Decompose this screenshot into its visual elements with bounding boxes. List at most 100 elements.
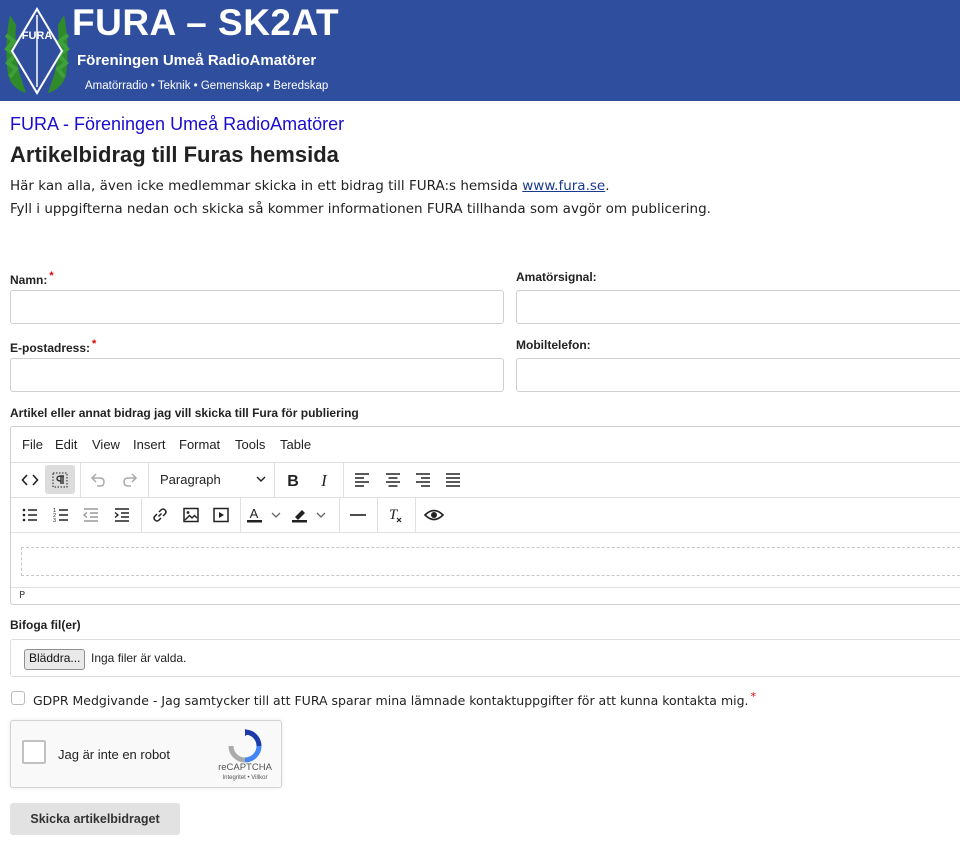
align-right-button[interactable]	[408, 465, 438, 494]
undo-button[interactable]	[83, 465, 113, 494]
redo-button[interactable]	[115, 465, 145, 494]
attach-label: Bifoga fil(er)	[10, 618, 81, 632]
editor-content-area[interactable]	[21, 547, 960, 576]
align-right-icon	[416, 472, 430, 487]
editor-status-path: P	[11, 587, 960, 604]
editor-menubar: File Edit View Insert Format Tools Table	[11, 427, 960, 463]
menu-view[interactable]: View	[92, 437, 120, 452]
banner-tagline: Amatörradio • Teknik • Gemenskap • Bered…	[85, 80, 329, 92]
name-input[interactable]	[10, 290, 504, 324]
svg-text:A: A	[250, 506, 259, 521]
text-color-icon: A	[247, 506, 281, 522]
no-files-text: Inga filer är valda.	[91, 651, 187, 665]
article-label: Artikel eller annat bidrag jag vill skic…	[10, 406, 359, 420]
browse-files-button[interactable]: Bläddra...	[24, 649, 86, 670]
recaptcha-widget: Jag är inte en robot reCAPTCHA Integrite…	[10, 720, 282, 788]
menu-table[interactable]: Table	[280, 437, 311, 452]
banner-title: FURA – SK2AT	[72, 2, 340, 43]
banner-subtitle: Föreningen Umeå RadioAmatörer	[77, 52, 317, 69]
code-icon	[21, 473, 39, 486]
svg-text:3: 3	[53, 518, 56, 524]
fura-site-link[interactable]: www.fura.se	[522, 178, 605, 194]
image-icon	[183, 507, 199, 522]
callsign-input[interactable]	[516, 290, 960, 324]
italic-icon: I	[320, 471, 328, 489]
svg-text:T: T	[389, 507, 399, 523]
show-blocks-button[interactable]	[45, 465, 75, 494]
bold-button[interactable]: B	[278, 465, 308, 494]
numbered-list-icon: 123	[53, 508, 68, 524]
align-justify-button[interactable]	[438, 465, 468, 494]
chevron-down-icon	[256, 476, 266, 483]
required-mark: *	[750, 690, 757, 703]
fura-logo: FURA	[4, 7, 70, 95]
page-title: Artikelbidrag till Furas hemsida	[10, 142, 339, 167]
bullet-list-icon	[22, 508, 37, 521]
intro-period: .	[605, 178, 610, 194]
highlight-icon	[292, 509, 326, 522]
block-format-select[interactable]: Paragraph	[151, 465, 267, 494]
source-code-button[interactable]	[15, 465, 45, 494]
clear-format-icon: T	[389, 507, 402, 523]
outdent-button[interactable]	[76, 500, 106, 529]
recaptcha-links[interactable]: Integritet • Villkor	[211, 775, 279, 781]
menu-edit[interactable]: Edit	[55, 437, 77, 452]
numbered-list-button[interactable]: 123	[46, 500, 76, 529]
recaptcha-label: Jag är inte en robot	[58, 747, 171, 762]
horizontal-line-icon	[350, 513, 366, 516]
clear-formatting-button[interactable]: T	[380, 500, 410, 529]
menu-insert[interactable]: Insert	[133, 437, 166, 452]
recaptcha-brand: reCAPTCHA	[218, 762, 272, 773]
horizontal-rule-button[interactable]	[343, 500, 373, 529]
redo-icon	[123, 472, 138, 487]
recaptcha-logo-icon	[228, 729, 262, 763]
recaptcha-checkbox[interactable]	[22, 740, 46, 764]
name-label: Namn: *	[10, 270, 54, 287]
callsign-label: Amatörsignal:	[516, 270, 597, 284]
site-banner: FURA FURA – SK2AT Föreningen Umeå RadioA…	[0, 0, 960, 101]
bold-icon: B	[287, 473, 299, 489]
align-left-button[interactable]	[347, 465, 377, 494]
align-justify-icon	[446, 472, 460, 487]
link-icon	[153, 507, 167, 522]
background-color-button[interactable]	[290, 500, 334, 529]
mobile-label: Mobiltelefon:	[516, 338, 591, 352]
required-mark: *	[49, 270, 54, 282]
menu-file[interactable]: File	[22, 437, 43, 452]
indent-icon	[114, 507, 129, 522]
file-upload-field: Bläddra... Inga filer är valda.	[10, 639, 960, 677]
email-input[interactable]	[10, 358, 504, 392]
site-home-link[interactable]: FURA - Föreningen Umeå RadioAmatörer	[10, 114, 344, 135]
undo-icon	[90, 472, 105, 487]
gdpr-checkbox[interactable]	[11, 691, 25, 705]
submit-article-button[interactable]: Skicka artikelbidraget	[10, 803, 180, 835]
svg-text:B: B	[287, 473, 299, 489]
insert-link-button[interactable]	[145, 500, 175, 529]
menu-format[interactable]: Format	[179, 437, 220, 452]
rich-text-editor: File Edit View Insert Format Tools Table…	[10, 426, 960, 605]
outdent-icon	[82, 507, 98, 522]
menu-tools[interactable]: Tools	[235, 437, 265, 452]
eye-icon	[424, 509, 444, 520]
intro-line-2: Fyll i uppgifterna nedan och skicka så k…	[10, 201, 711, 217]
italic-button[interactable]: I	[309, 465, 339, 494]
intro-text: Här kan alla, även icke medlemmar skicka…	[10, 178, 523, 194]
logo-text: FURA	[22, 30, 53, 42]
align-center-icon	[386, 472, 400, 487]
gdpr-label: GDPR Medgivande - Jag samtycker till att…	[33, 690, 757, 709]
preview-button[interactable]	[419, 500, 449, 529]
insert-media-button[interactable]	[206, 500, 236, 529]
insert-image-button[interactable]	[176, 500, 206, 529]
bullet-list-button[interactable]	[15, 500, 45, 529]
svg-text:I: I	[320, 471, 328, 489]
editor-toolbar-row-1: Paragraph B I	[11, 462, 960, 498]
indent-button[interactable]	[107, 500, 137, 529]
mobile-input[interactable]	[516, 358, 960, 392]
media-icon	[213, 507, 229, 522]
align-left-icon	[355, 472, 369, 487]
editor-toolbar-row-2: 123 A T	[11, 497, 960, 533]
paragraph-blocks-icon	[52, 472, 68, 487]
required-mark: *	[92, 338, 97, 350]
align-center-button[interactable]	[378, 465, 408, 494]
text-color-button[interactable]: A	[245, 500, 289, 529]
